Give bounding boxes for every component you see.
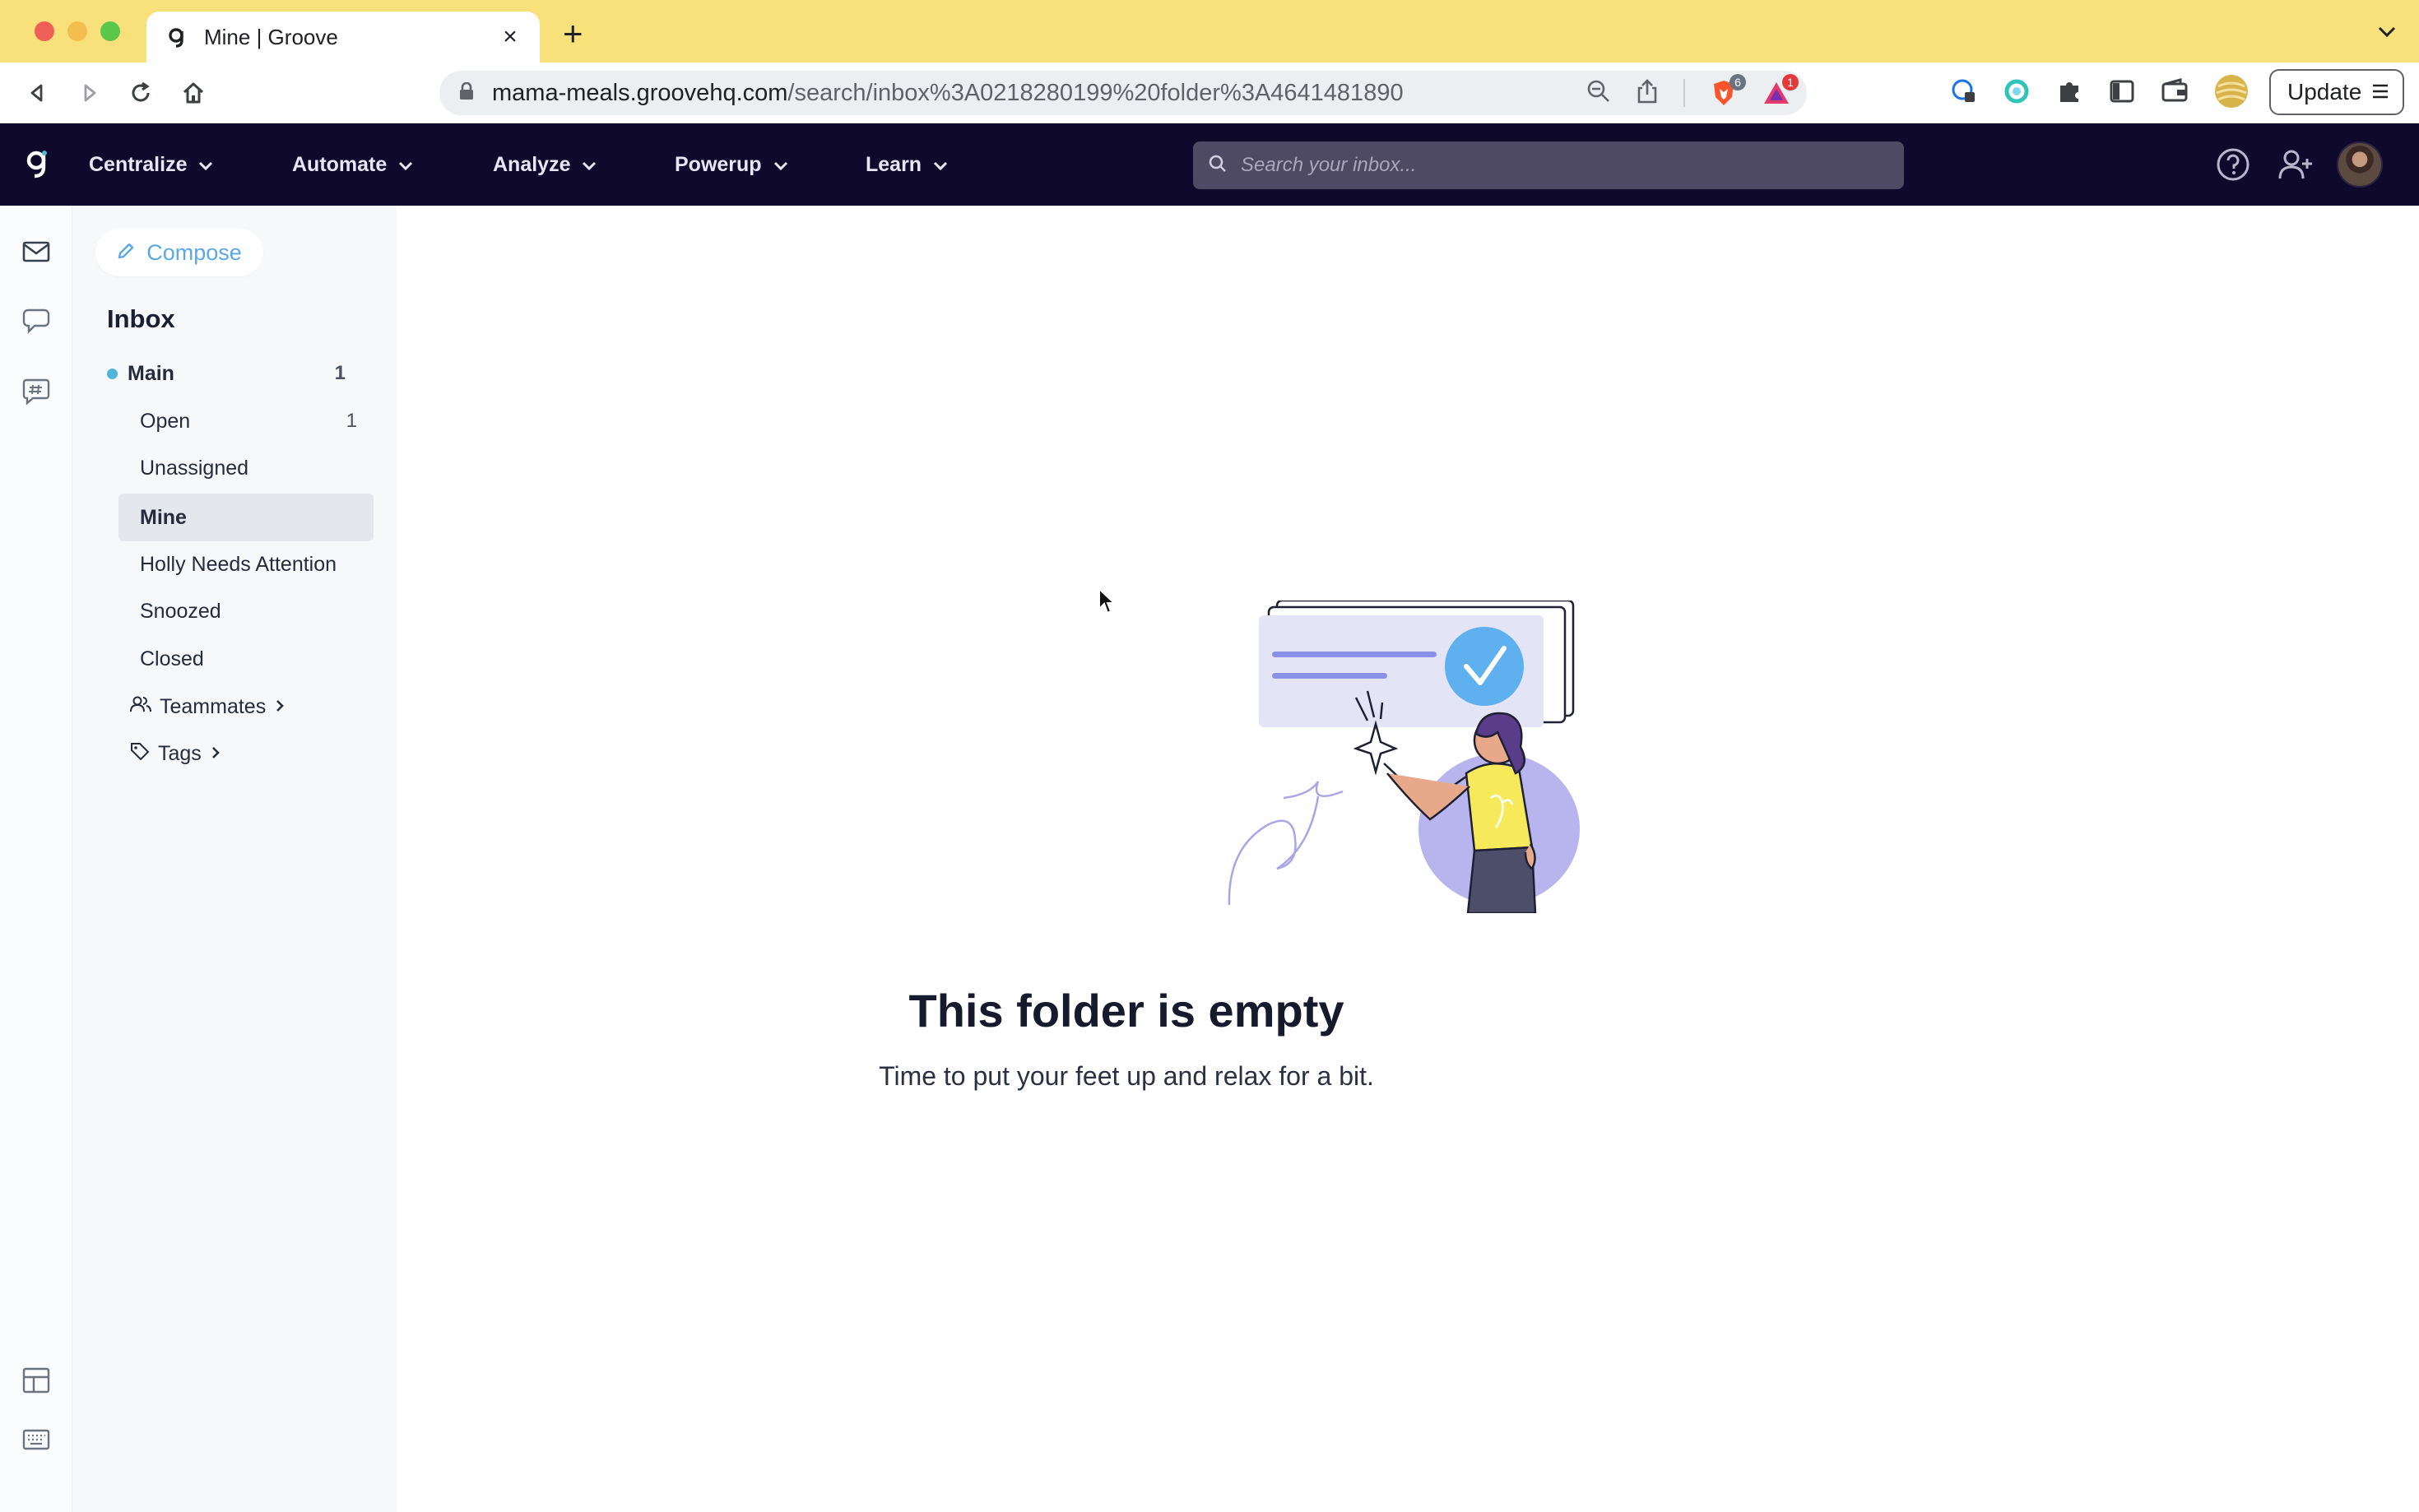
profile-avatar-icon[interactable] bbox=[2213, 73, 2250, 114]
nav-powerup-label: Powerup bbox=[675, 152, 762, 176]
mouse-cursor-icon bbox=[1098, 587, 1116, 615]
folder-label: Closed bbox=[140, 647, 204, 670]
folder-label: Mine bbox=[140, 505, 187, 529]
shields-count-badge: 6 bbox=[1730, 74, 1746, 90]
folder-mine[interactable]: Mine bbox=[118, 494, 374, 541]
inbox-search-input[interactable] bbox=[1239, 153, 1889, 178]
brave-shields-icon[interactable]: 6 bbox=[1710, 74, 1746, 107]
reload-icon[interactable] bbox=[127, 79, 155, 107]
nav-centralize-label: Centralize bbox=[89, 152, 188, 176]
omnibox-divider bbox=[1683, 79, 1685, 107]
inbox-mail-icon[interactable] bbox=[18, 234, 54, 270]
groove-logo-icon[interactable] bbox=[23, 148, 53, 181]
password-manager-extension-icon[interactable] bbox=[1950, 77, 1978, 109]
folder-label: Open bbox=[140, 409, 191, 433]
folder-holly-needs-attention[interactable]: Holly Needs Attention bbox=[118, 540, 374, 588]
home-icon[interactable] bbox=[179, 79, 207, 107]
extensions-puzzle-icon[interactable] bbox=[2055, 77, 2083, 109]
groove-favicon-icon bbox=[165, 25, 189, 49]
folder-count: 1 bbox=[346, 410, 357, 432]
app-top-nav: Centralize Automate Analyze Powerup Lear… bbox=[0, 123, 2419, 206]
browser-tabstrip: Mine | Groove × + bbox=[0, 0, 2419, 63]
nav-analyze-label: Analyze bbox=[493, 152, 571, 176]
sidebar-toggle-icon[interactable] bbox=[2108, 77, 2136, 109]
folder-label: Snoozed bbox=[140, 599, 221, 623]
folder-snoozed[interactable]: Snoozed bbox=[118, 587, 374, 635]
rewards-count-badge: 1 bbox=[1782, 74, 1799, 90]
invite-user-icon[interactable] bbox=[2276, 145, 2315, 184]
tab-title: Mine | Groove bbox=[204, 24, 338, 49]
inbox-search-box[interactable] bbox=[1193, 141, 1904, 189]
folder-open[interactable]: Open 1 bbox=[118, 397, 374, 445]
back-arrow-icon[interactable] bbox=[23, 79, 51, 107]
grammar-extension-icon[interactable] bbox=[2003, 77, 2031, 109]
chevron-down-icon bbox=[582, 153, 597, 177]
compose-button[interactable]: Compose bbox=[95, 229, 263, 276]
folder-main-count: 1 bbox=[334, 362, 346, 384]
empty-folder-illustration-icon bbox=[1228, 601, 1580, 913]
layout-toggle-icon[interactable] bbox=[18, 1362, 54, 1398]
live-chat-icon[interactable] bbox=[18, 303, 54, 339]
chevron-right-icon bbox=[210, 742, 221, 766]
url-text: mama-meals.groovehq.com/search/inbox%3A0… bbox=[492, 79, 1404, 106]
new-tab-button[interactable]: + bbox=[563, 16, 583, 51]
nav-centralize[interactable]: Centralize bbox=[89, 123, 213, 206]
hamburger-menu-icon bbox=[2371, 79, 2389, 105]
folder-label: Holly Needs Attention bbox=[140, 552, 337, 576]
share-icon[interactable] bbox=[1636, 78, 1659, 108]
update-label: Update bbox=[2287, 79, 2362, 104]
teammates-group[interactable]: Teammates bbox=[130, 686, 286, 727]
folder-main[interactable]: Main 1 bbox=[107, 350, 362, 397]
chevron-down-icon bbox=[398, 153, 413, 177]
brave-rewards-icon[interactable]: 1 bbox=[1762, 74, 1799, 107]
unread-dot bbox=[107, 368, 118, 379]
pencil-icon bbox=[117, 240, 135, 266]
update-button[interactable]: Update bbox=[2269, 69, 2404, 115]
nav-analyze[interactable]: Analyze bbox=[493, 123, 597, 206]
empty-state-title: This folder is empty bbox=[908, 985, 1344, 1037]
lock-icon bbox=[459, 81, 474, 104]
help-icon[interactable] bbox=[2213, 145, 2253, 184]
social-channel-icon[interactable] bbox=[18, 373, 54, 410]
folder-closed[interactable]: Closed bbox=[118, 635, 374, 683]
browser-tab-active[interactable]: Mine | Groove × bbox=[146, 12, 540, 63]
window-close-button[interactable] bbox=[35, 21, 54, 41]
forward-arrow-icon[interactable] bbox=[76, 79, 104, 107]
address-bar[interactable]: mama-meals.groovehq.com/search/inbox%3A0… bbox=[439, 71, 1807, 115]
folder-sidebar: Compose Inbox Main 1 Open 1 Unassigned M… bbox=[72, 206, 397, 1512]
teammates-icon bbox=[130, 695, 151, 719]
tab-search-chevron-icon[interactable] bbox=[2375, 23, 2399, 41]
tag-icon bbox=[130, 741, 150, 767]
nav-learn-label: Learn bbox=[866, 152, 922, 176]
empty-state-subtitle: Time to put your feet up and relax for a… bbox=[879, 1061, 1374, 1091]
keyboard-shortcuts-icon[interactable] bbox=[18, 1422, 54, 1458]
conversation-list-empty: This folder is empty Time to put your fe… bbox=[397, 206, 2419, 1512]
zoom-out-icon[interactable] bbox=[1586, 79, 1611, 108]
window-maximize-button[interactable] bbox=[100, 21, 120, 41]
chevron-right-icon bbox=[274, 695, 286, 719]
nav-automate-label: Automate bbox=[292, 152, 388, 176]
wallet-icon[interactable] bbox=[2161, 77, 2189, 109]
nav-powerup[interactable]: Powerup bbox=[675, 123, 788, 206]
nav-learn[interactable]: Learn bbox=[866, 123, 948, 206]
chevron-down-icon bbox=[773, 153, 788, 177]
inbox-title: Inbox bbox=[107, 304, 175, 333]
tab-close-icon[interactable]: × bbox=[497, 25, 523, 49]
chevron-down-icon bbox=[198, 153, 213, 177]
search-icon bbox=[1208, 154, 1228, 178]
browser-toolbar: mama-meals.groovehq.com/search/inbox%3A0… bbox=[0, 63, 2419, 123]
teammates-label: Teammates bbox=[160, 694, 267, 718]
compose-label: Compose bbox=[146, 239, 242, 265]
app-left-rail bbox=[0, 206, 72, 1512]
user-avatar[interactable] bbox=[2337, 141, 2383, 188]
tags-group[interactable]: Tags bbox=[130, 733, 221, 774]
folder-label: Unassigned bbox=[140, 456, 249, 480]
folder-main-label: Main bbox=[128, 361, 174, 385]
tags-label: Tags bbox=[158, 741, 202, 765]
window-minimize-button[interactable] bbox=[67, 21, 87, 41]
chevron-down-icon bbox=[933, 153, 948, 177]
folder-unassigned[interactable]: Unassigned bbox=[118, 444, 374, 492]
nav-automate[interactable]: Automate bbox=[292, 123, 413, 206]
